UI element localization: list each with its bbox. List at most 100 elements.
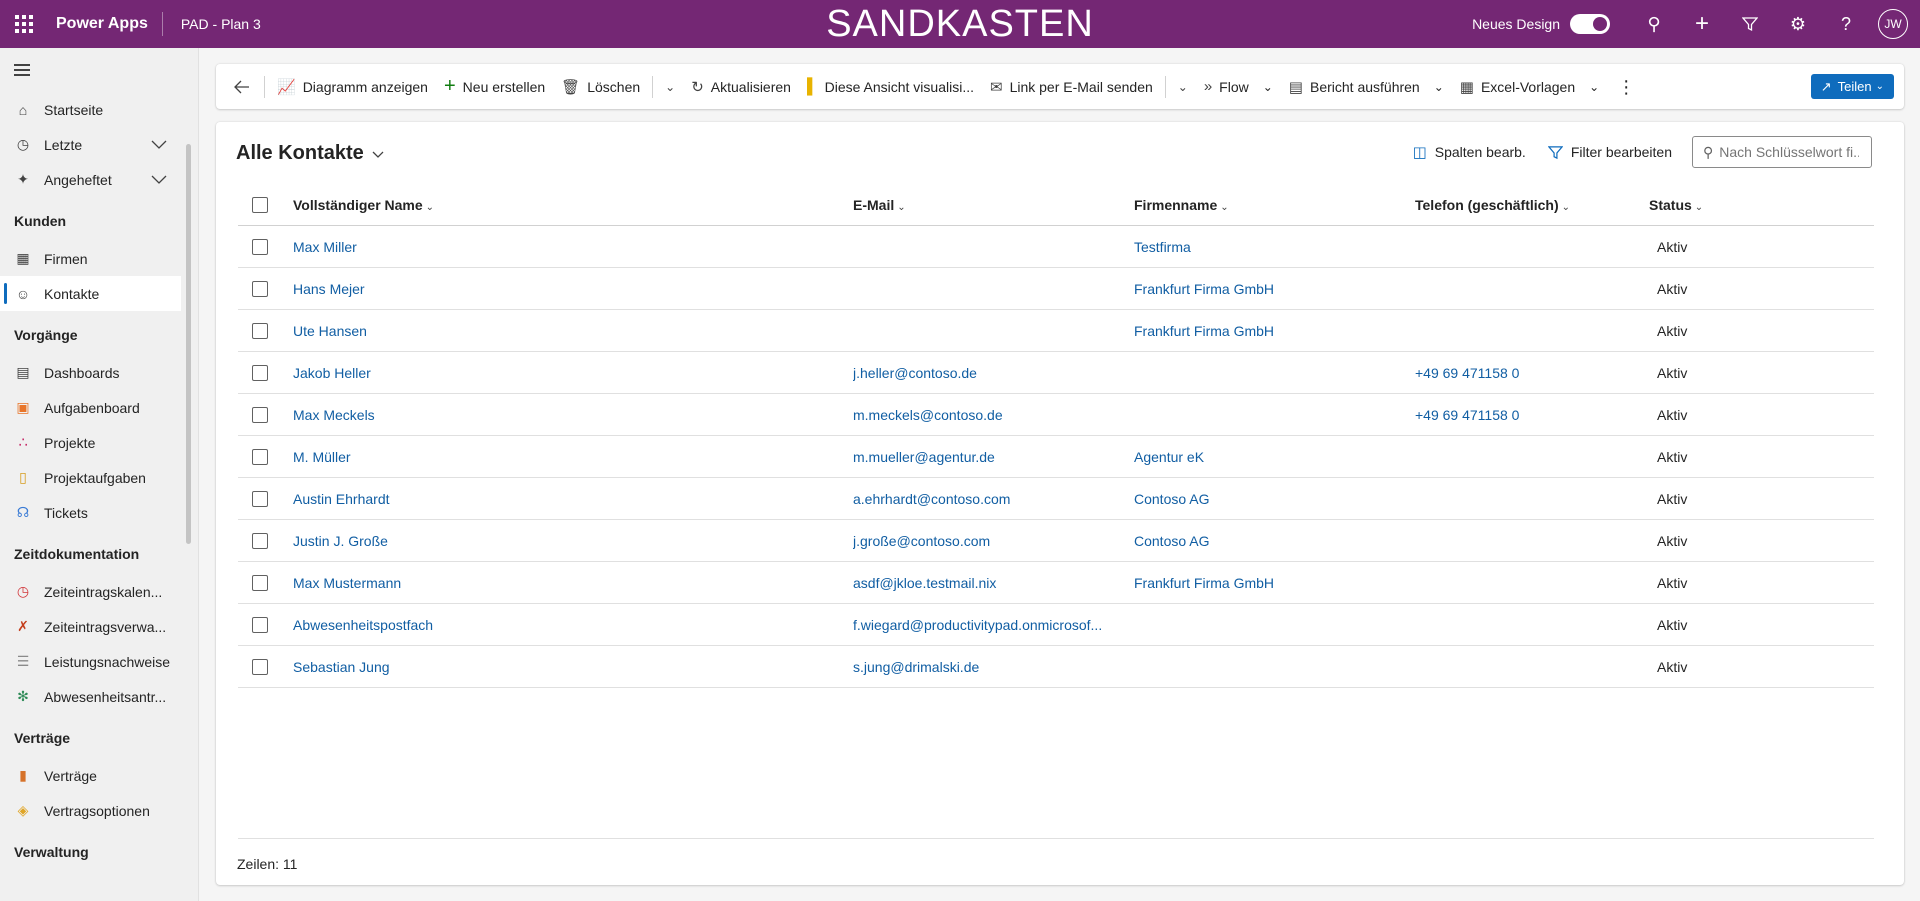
email-link[interactable]: f.wiegard@productivitypad.onmicrosof...	[853, 617, 1123, 633]
more-delete-options-button[interactable]: ⌄	[657, 71, 683, 103]
more-commands-button[interactable]: ⋮	[1607, 71, 1645, 103]
company-link[interactable]: Agentur eK	[1134, 449, 1404, 465]
contact-name-link[interactable]: Max Mustermann	[293, 575, 833, 591]
edit-filters-button[interactable]: Filter bearbeiten	[1547, 144, 1672, 160]
sidebar-item-abwesenheitsantraege[interactable]: ✻ Abwesenheitsantr...	[0, 679, 181, 714]
column-header-status[interactable]: Status ⌄	[1649, 197, 1809, 213]
contact-name-link[interactable]: Sebastian Jung	[293, 659, 833, 675]
contact-name-link[interactable]: M. Müller	[293, 449, 833, 465]
email-link-button[interactable]: ✉ Link per E-Mail senden	[982, 71, 1161, 103]
hamburger-button[interactable]	[0, 48, 198, 92]
table-row[interactable]: Justin J. Große j.große@contoso.com Contos…	[238, 520, 1874, 562]
row-checkbox[interactable]	[252, 574, 268, 591]
row-checkbox[interactable]	[252, 280, 268, 297]
row-checkbox[interactable]	[252, 490, 268, 507]
refresh-button[interactable]: ↻ Aktualisieren	[683, 71, 799, 103]
table-row[interactable]: Hans Mejer Frankfurt Firma GmbH Aktiv	[238, 268, 1874, 310]
keyword-search-box[interactable]: ⚲	[1692, 136, 1872, 168]
table-row[interactable]: Max Mustermann asdf@jkloe.testmail.nix Fra…	[238, 562, 1874, 604]
share-button[interactable]: ↗ Teilen ⌄	[1810, 74, 1894, 99]
row-checkbox[interactable]	[252, 532, 268, 549]
table-row[interactable]: Max Meckels m.meckels@contoso.de +49 69 47…	[238, 394, 1874, 436]
row-checkbox[interactable]	[252, 322, 268, 339]
add-button[interactable]: +	[1678, 0, 1726, 48]
contact-name-link[interactable]: Max Miller	[293, 239, 833, 255]
show-chart-button[interactable]: 📈 Diagramm anzeigen	[269, 71, 436, 103]
new-button[interactable]: + Neu erstellen	[436, 71, 553, 103]
column-header-name[interactable]: Vollständiger Name ⌄	[293, 197, 833, 213]
sidebar-item-startseite[interactable]: ⌂ Startseite	[0, 92, 181, 127]
help-button[interactable]: ?	[1822, 0, 1870, 48]
table-row[interactable]: Ute Hansen Frankfurt Firma GmbH Aktiv	[238, 310, 1874, 352]
email-link[interactable]: a.ehrhardt@contoso.com	[853, 491, 1123, 507]
table-row[interactable]: Max Miller Testfirma Aktiv	[238, 226, 1874, 268]
column-header-phone[interactable]: Telefon (geschäftlich) ⌄	[1415, 197, 1635, 213]
environment-name[interactable]: PAD - Plan 3	[163, 16, 261, 32]
row-checkbox[interactable]	[252, 448, 268, 465]
chevron-down-icon[interactable]	[151, 137, 169, 153]
contact-name-link[interactable]: Abwesenheitspostfach	[293, 617, 833, 633]
sidebar-item-zeiteintragskalender[interactable]: ◷ Zeiteintragskalen...	[0, 574, 181, 609]
view-selector[interactable]: Alle Kontakte	[236, 142, 384, 165]
contact-name-link[interactable]: Jakob Heller	[293, 365, 833, 381]
sidebar-scrollbar[interactable]	[186, 144, 191, 544]
contact-name-link[interactable]: Justin J. Große	[293, 533, 833, 549]
app-launcher-button[interactable]	[0, 0, 48, 48]
more-email-options-button[interactable]: ⌄	[1170, 71, 1196, 103]
company-link[interactable]: Frankfurt Firma GmbH	[1134, 575, 1404, 591]
email-link[interactable]: m.mueller@agentur.de	[853, 449, 1123, 465]
company-link[interactable]: Frankfurt Firma GmbH	[1134, 281, 1404, 297]
company-link[interactable]: Testfirma	[1134, 239, 1404, 255]
settings-button[interactable]: ⚙	[1774, 0, 1822, 48]
visualize-view-button[interactable]: ▌ Diese Ansicht visualisi...	[799, 71, 982, 103]
sidebar-item-letzte[interactable]: ◷ Letzte	[0, 127, 181, 162]
phone-link[interactable]: +49 69 471158 0	[1415, 407, 1635, 423]
row-checkbox[interactable]	[252, 658, 268, 675]
table-row[interactable]: Austin Ehrhardt a.ehrhardt@contoso.com Con…	[238, 478, 1874, 520]
table-row[interactable]: M. Müller m.mueller@agentur.de Agentur eK A…	[238, 436, 1874, 478]
sidebar-item-angeheftet[interactable]: ✦ Angeheftet	[0, 162, 181, 197]
sidebar-item-tickets[interactable]: ☊ Tickets	[0, 495, 181, 530]
company-link[interactable]: Contoso AG	[1134, 533, 1404, 549]
table-row[interactable]: Abwesenheitspostfach f.wiegard@productivi…	[238, 604, 1874, 646]
excel-templates-button[interactable]: ▦ Excel-Vorlagen ⌄	[1452, 71, 1607, 103]
contact-name-link[interactable]: Max Meckels	[293, 407, 833, 423]
row-checkbox[interactable]	[252, 364, 268, 381]
app-name[interactable]: Power Apps	[48, 12, 163, 36]
chevron-down-icon[interactable]	[151, 172, 169, 188]
edit-columns-button[interactable]: ◫ Spalten bearb.	[1413, 143, 1526, 161]
company-link[interactable]: Contoso AG	[1134, 491, 1404, 507]
row-checkbox[interactable]	[252, 616, 268, 633]
sidebar-item-firmen[interactable]: ▦ Firmen	[0, 241, 181, 276]
company-link[interactable]: Frankfurt Firma GmbH	[1134, 323, 1404, 339]
avatar[interactable]: JW	[1878, 9, 1908, 39]
run-report-button[interactable]: ▤ Bericht ausführen ⌄	[1281, 71, 1452, 103]
column-header-email[interactable]: E-Mail ⌄	[853, 197, 1123, 213]
email-link[interactable]: m.meckels@contoso.de	[853, 407, 1123, 423]
email-link[interactable]: j.heller@contoso.de	[853, 365, 1123, 381]
sidebar-item-vertragsoptionen[interactable]: ◈ Vertragsoptionen	[0, 793, 181, 828]
table-row[interactable]: Jakob Heller j.heller@contoso.de +49 69 47…	[238, 352, 1874, 394]
new-design-toggle[interactable]	[1570, 14, 1610, 34]
search-button[interactable]: ⚲	[1630, 0, 1678, 48]
table-row[interactable]: Sebastian Jung s.jung@drimalski.de Aktiv	[238, 646, 1874, 688]
sidebar-item-projekte[interactable]: ∴ Projekte	[0, 425, 181, 460]
contact-name-link[interactable]: Austin Ehrhardt	[293, 491, 833, 507]
email-link[interactable]: asdf@jkloe.testmail.nix	[853, 575, 1123, 591]
flow-button[interactable]: » Flow ⌄	[1196, 71, 1281, 103]
row-checkbox[interactable]	[252, 238, 268, 255]
sidebar-item-kontakte[interactable]: ☺ Kontakte	[0, 276, 181, 311]
row-checkbox[interactable]	[252, 406, 268, 423]
sidebar-item-zeiteintragsverwaltung[interactable]: ✗ Zeiteintragsverwa...	[0, 609, 181, 644]
filter-button[interactable]	[1726, 0, 1774, 48]
sidebar-item-leistungsnachweise[interactable]: ☰ Leistungsnachweise	[0, 644, 181, 679]
delete-button[interactable]: 🗑 Löschen	[553, 71, 648, 103]
sidebar-item-projektaufgaben[interactable]: ▯ Projektaufgaben	[0, 460, 181, 495]
contact-name-link[interactable]: Hans Mejer	[293, 281, 833, 297]
email-link[interactable]: s.jung@drimalski.de	[853, 659, 1123, 675]
email-link[interactable]: j.große@contoso.com	[853, 533, 1123, 549]
contact-name-link[interactable]: Ute Hansen	[293, 323, 833, 339]
phone-link[interactable]: +49 69 471158 0	[1415, 365, 1635, 381]
back-button[interactable]	[224, 71, 260, 103]
sidebar-item-vertraege[interactable]: ▮ Verträge	[0, 758, 181, 793]
